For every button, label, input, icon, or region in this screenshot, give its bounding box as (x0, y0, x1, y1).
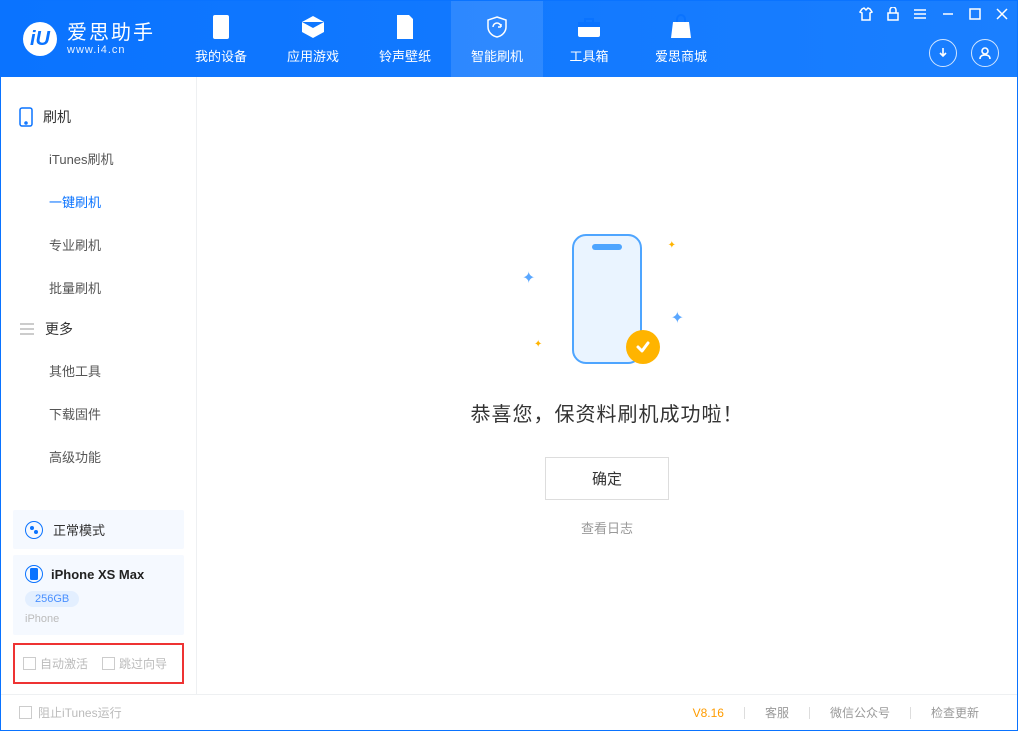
checkbox-label: 阻止iTunes运行 (38, 704, 122, 721)
refresh-shield-icon (484, 14, 510, 40)
music-file-icon (392, 14, 418, 40)
sidebar-item-batch-flash[interactable]: 批量刷机 (1, 266, 196, 309)
download-button[interactable] (929, 39, 957, 67)
ok-button[interactable]: 确定 (545, 457, 669, 500)
sidebar-item-itunes-flash[interactable]: iTunes刷机 (1, 137, 196, 180)
toolbox-icon (576, 14, 602, 40)
close-button[interactable] (995, 7, 1009, 21)
body: 刷机 iTunes刷机 一键刷机 专业刷机 批量刷机 更多 其他工具 下载固件 … (1, 77, 1017, 694)
section-title-text: 刷机 (43, 107, 71, 127)
sidebar-section-more: 更多 (1, 309, 196, 349)
tab-label: 爱思商城 (655, 46, 707, 65)
device-panel[interactable]: iPhone XS Max 256GB iPhone (13, 555, 184, 635)
sidebar-item-oneclick-flash[interactable]: 一键刷机 (1, 180, 196, 223)
maximize-button[interactable] (969, 8, 981, 20)
checkbox-block-itunes[interactable]: 阻止iTunes运行 (19, 704, 122, 721)
sparkle-icon: ✦ (671, 308, 684, 328)
phone-small-icon (25, 565, 43, 583)
main-content: ✦ ✦ ✦ ✦ 恭喜您，保资料刷机成功啦！ 确定 查看日志 (197, 77, 1017, 694)
status-link-wechat[interactable]: 微信公众号 (810, 704, 910, 721)
cube-icon (300, 14, 326, 40)
phone-icon (208, 14, 234, 40)
tab-label: 铃声壁纸 (379, 46, 431, 65)
check-badge-icon (626, 330, 660, 364)
user-button[interactable] (971, 39, 999, 67)
statusbar: 阻止iTunes运行 V8.16 客服 微信公众号 检查更新 (1, 694, 1017, 730)
sidebar: 刷机 iTunes刷机 一键刷机 专业刷机 批量刷机 更多 其他工具 下载固件 … (1, 77, 197, 694)
sidebar-item-other-tools[interactable]: 其他工具 (1, 349, 196, 392)
tab-label: 应用游戏 (287, 46, 339, 65)
sparkle-icon: ✦ (534, 339, 542, 350)
sidebar-section-flash: 刷机 (1, 97, 196, 137)
status-link-support[interactable]: 客服 (745, 704, 809, 721)
checkbox-label: 跳过向导 (119, 655, 167, 672)
checkbox-auto-activate[interactable]: 自动激活 (23, 655, 88, 672)
tab-store[interactable]: 爱思商城 (635, 1, 727, 77)
app-name: 爱思助手 www.i4.cn (67, 22, 155, 56)
checkbox-icon (19, 706, 32, 719)
sparkle-icon: ✦ (668, 240, 676, 251)
success-illustration: ✦ ✦ ✦ ✦ (552, 234, 662, 374)
storage-badge: 256GB (25, 591, 79, 607)
mode-label: 正常模式 (53, 520, 105, 539)
tab-label: 智能刷机 (471, 46, 523, 65)
sidebar-item-download-firmware[interactable]: 下载固件 (1, 392, 196, 435)
tab-ringtone-wallpaper[interactable]: 铃声壁纸 (359, 1, 451, 77)
view-log-link[interactable]: 查看日志 (581, 518, 633, 537)
mode-panel[interactable]: 正常模式 (13, 510, 184, 549)
sync-icon (25, 521, 43, 539)
app-logo-icon: iU (23, 22, 57, 56)
titlebar-right-actions (929, 39, 999, 67)
highlighted-checks-box: 自动激活 跳过向导 (13, 643, 184, 684)
list-icon (19, 322, 35, 336)
status-link-update[interactable]: 检查更新 (911, 704, 999, 721)
app-brand: iU 爱思助手 www.i4.cn (23, 1, 175, 77)
statusbar-right: V8.16 客服 微信公众号 检查更新 (673, 704, 999, 721)
checkbox-label: 自动激活 (40, 655, 88, 672)
phone-notch (592, 244, 622, 250)
sidebar-item-pro-flash[interactable]: 专业刷机 (1, 223, 196, 266)
menu-lines-icon[interactable] (913, 8, 927, 20)
tab-label: 工具箱 (569, 46, 608, 65)
bag-icon (668, 14, 694, 40)
success-message: 恭喜您，保资料刷机成功啦！ (471, 398, 744, 427)
shirt-icon[interactable] (859, 7, 873, 21)
app-window: iU 爱思助手 www.i4.cn 我的设备 应用游戏 铃声壁纸 智能刷机 (0, 0, 1018, 731)
tab-label: 我的设备 (195, 46, 247, 65)
app-url-text: www.i4.cn (67, 44, 155, 56)
app-name-text: 爱思助手 (67, 22, 155, 44)
tab-my-device[interactable]: 我的设备 (175, 1, 267, 77)
tab-smart-flash[interactable]: 智能刷机 (451, 1, 543, 77)
device-type: iPhone (25, 613, 59, 625)
sidebar-item-advanced[interactable]: 高级功能 (1, 435, 196, 478)
minimize-button[interactable] (941, 7, 955, 21)
checkbox-icon (102, 657, 115, 670)
section-title-text: 更多 (45, 319, 73, 339)
window-controls-top (859, 7, 1009, 21)
checkbox-skip-guide[interactable]: 跳过向导 (102, 655, 167, 672)
lock-icon[interactable] (887, 7, 899, 21)
device-icon (19, 107, 33, 127)
tab-toolbox[interactable]: 工具箱 (543, 1, 635, 77)
sparkle-icon: ✦ (522, 268, 535, 288)
device-name: iPhone XS Max (51, 567, 144, 582)
titlebar: iU 爱思助手 www.i4.cn 我的设备 应用游戏 铃声壁纸 智能刷机 (1, 1, 1017, 77)
sidebar-bottom: 正常模式 iPhone XS Max 256GB iPhone 自动激活 (1, 504, 196, 694)
version-label: V8.16 (673, 706, 744, 720)
checkbox-icon (23, 657, 36, 670)
tab-apps-games[interactable]: 应用游戏 (267, 1, 359, 77)
main-tabs: 我的设备 应用游戏 铃声壁纸 智能刷机 工具箱 爱思商城 (175, 1, 727, 77)
